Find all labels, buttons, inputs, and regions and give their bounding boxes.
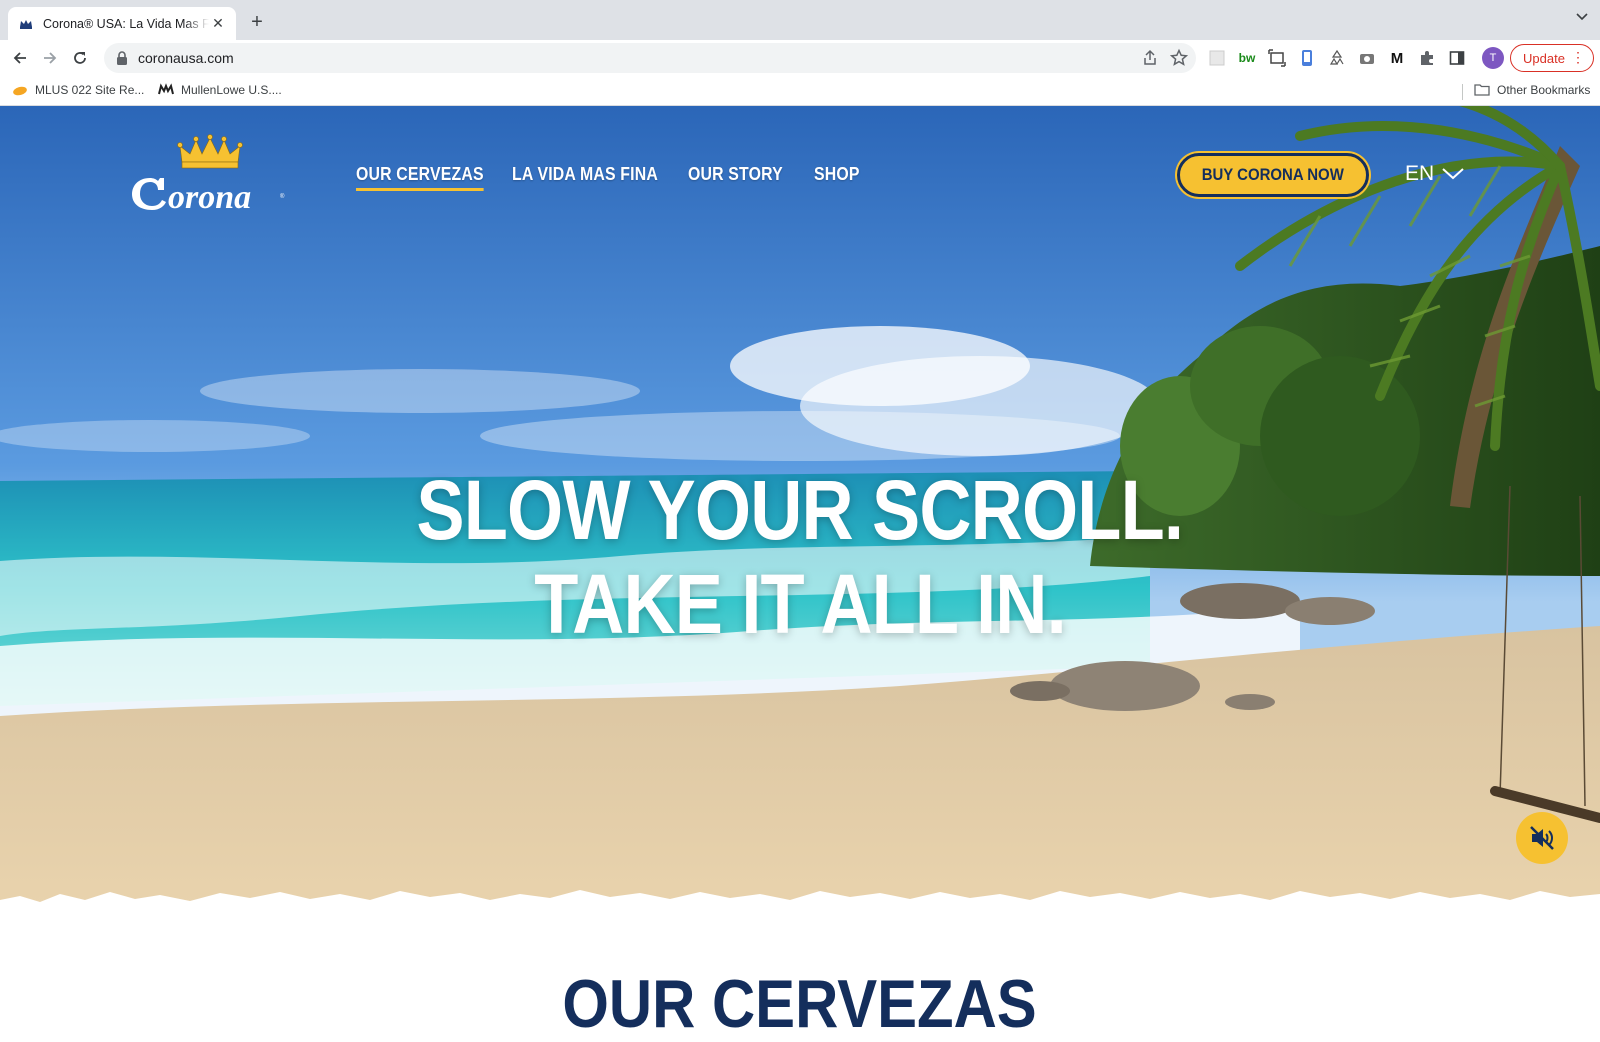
lock-icon bbox=[117, 51, 127, 65]
corona-crown-favicon bbox=[20, 19, 32, 29]
side-panel-icon[interactable] bbox=[1447, 48, 1467, 68]
corona-logo[interactable]: orona ® bbox=[130, 134, 290, 218]
svg-text:®: ® bbox=[280, 193, 285, 200]
bookmarks-bar: MLUS 022 Site Re... MullenLowe U.S.... O… bbox=[0, 76, 1600, 106]
tab-search-chevron-icon[interactable] bbox=[1576, 13, 1588, 21]
screenshot-extension-icon[interactable] bbox=[1267, 48, 1287, 68]
hero-headline-line2: TAKE IT ALL IN. bbox=[534, 557, 1066, 651]
browser-toolbar: coronausa.com bw M T Update ⋮ bbox=[0, 40, 1600, 76]
buy-corona-now-label: BUY CORONA NOW bbox=[1201, 165, 1345, 184]
folder-icon bbox=[1474, 84, 1490, 96]
site-header: orona ® OUR CERVEZAS LA VIDA MAS FINA OU… bbox=[0, 106, 1600, 246]
chevron-down-icon bbox=[1442, 168, 1464, 180]
hero-section: orona ® OUR CERVEZAS LA VIDA MAS FINA OU… bbox=[0, 106, 1600, 906]
bw-extension-icon[interactable]: bw bbox=[1237, 48, 1257, 68]
update-button[interactable]: Update ⋮ bbox=[1510, 44, 1594, 72]
orange-bookmark-icon bbox=[13, 86, 27, 96]
hero-headline-line1: SLOW YOUR SCROLL. bbox=[416, 463, 1185, 557]
nav-our-story[interactable]: OUR STORY bbox=[688, 164, 783, 185]
address-bar[interactable]: coronausa.com bbox=[104, 43, 1196, 73]
torn-paper-divider bbox=[0, 890, 1600, 920]
new-tab-button[interactable]: + bbox=[246, 11, 268, 34]
extension-grid-icon[interactable] bbox=[1207, 48, 1227, 68]
back-arrow-icon bbox=[13, 52, 26, 64]
bookmark-item[interactable]: MullenLowe U.S.... bbox=[158, 82, 282, 98]
phone-extension-icon[interactable] bbox=[1297, 48, 1317, 68]
forward-button[interactable] bbox=[38, 47, 62, 69]
mute-toggle-button[interactable] bbox=[1516, 812, 1568, 864]
reload-icon bbox=[74, 52, 86, 64]
bookmark-label: MullenLowe U.S.... bbox=[181, 83, 282, 97]
reload-button[interactable] bbox=[68, 47, 92, 69]
tab-close-icon[interactable]: ✕ bbox=[210, 15, 226, 32]
buy-corona-now-button[interactable]: BUY CORONA NOW bbox=[1177, 153, 1369, 197]
language-selector[interactable]: EN bbox=[1405, 162, 1464, 186]
m-extension-icon[interactable]: M bbox=[1387, 48, 1407, 68]
nav-our-cervezas[interactable]: OUR CERVEZAS bbox=[356, 164, 484, 191]
mullenlowe-icon bbox=[158, 83, 174, 95]
speaker-muted-icon bbox=[1530, 826, 1554, 850]
other-bookmarks-label: Other Bookmarks bbox=[1497, 83, 1591, 97]
bookmark-item[interactable]: MLUS 022 Site Re... bbox=[12, 82, 144, 98]
puzzle-extensions-icon[interactable] bbox=[1417, 48, 1437, 68]
other-bookmarks[interactable]: Other Bookmarks bbox=[1474, 82, 1590, 98]
recycle-extension-icon[interactable] bbox=[1327, 48, 1347, 68]
url-text: coronausa.com bbox=[138, 50, 234, 66]
share-icon[interactable] bbox=[1140, 48, 1160, 68]
tab-title: Corona® USA: La Vida Mas Fina bbox=[43, 16, 209, 31]
browser-menu-icon[interactable]: ⋮ bbox=[1571, 50, 1585, 64]
browser-tabstrip: Corona® USA: La Vida Mas Fina ✕ + bbox=[0, 0, 1600, 40]
section-title-our-cervezas: OUR CERVEZAS bbox=[562, 966, 1038, 1042]
update-label: Update bbox=[1523, 50, 1565, 66]
browser-tab[interactable]: Corona® USA: La Vida Mas Fina ✕ bbox=[8, 7, 236, 40]
bookmark-star-icon[interactable] bbox=[1169, 48, 1189, 68]
forward-arrow-icon bbox=[44, 52, 57, 64]
nav-la-vida-mas-fina[interactable]: LA VIDA MAS FINA bbox=[512, 164, 658, 185]
back-button[interactable] bbox=[8, 47, 32, 69]
camera-extension-icon[interactable] bbox=[1357, 48, 1377, 68]
bookmark-label: MLUS 022 Site Re... bbox=[35, 83, 145, 97]
bookmarks-separator bbox=[1462, 84, 1463, 100]
svg-text:orona: orona bbox=[168, 179, 251, 216]
nav-shop[interactable]: SHOP bbox=[814, 164, 860, 185]
profile-avatar[interactable]: T bbox=[1482, 47, 1504, 69]
language-label: EN bbox=[1405, 162, 1435, 185]
